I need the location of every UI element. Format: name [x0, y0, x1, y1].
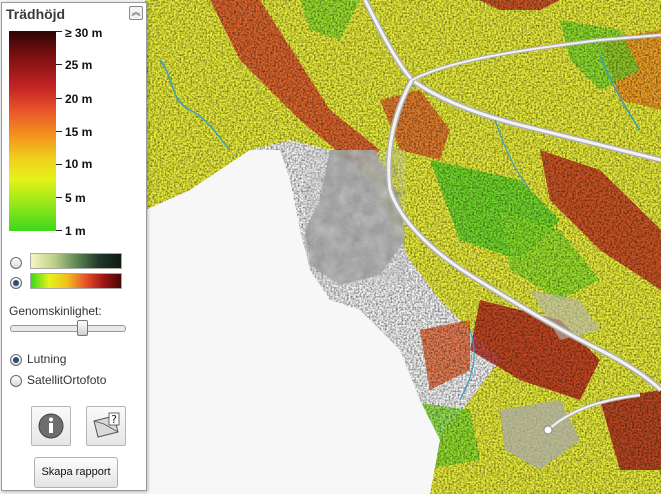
scheme-dark-radio[interactable] [10, 257, 22, 269]
legend-tick [56, 131, 62, 132]
base-layer-ortofoto-label[interactable]: SatellitOrtofoto [27, 373, 106, 387]
legend-label-25: 25 m [65, 58, 93, 72]
height-color-legend [9, 31, 56, 231]
panel-title: Trädhöjd [6, 6, 66, 22]
scheme-heat-radio[interactable] [10, 277, 22, 289]
transparency-slider-thumb[interactable] [76, 320, 88, 336]
transparency-label: Genomskinlighet: [9, 304, 102, 318]
legend-tick [56, 164, 62, 165]
legend-label-15: 15 m [65, 125, 93, 139]
legend-tick [56, 31, 62, 32]
legend-tick [56, 64, 62, 65]
scheme-dark-ramp[interactable] [30, 253, 122, 269]
legend-label-5: 5 m [65, 191, 86, 205]
transparency-slider-track[interactable] [10, 325, 126, 332]
legend-tick [56, 98, 62, 99]
svg-text:?: ? [111, 413, 117, 426]
legend-label-20: 20 m [65, 92, 93, 106]
tree-height-panel: Trädhöjd ︽ ≥ 30 m 25 m 20 m 15 m 10 m 5 … [1, 2, 147, 491]
info-button[interactable] [31, 406, 71, 446]
legend-tick [56, 197, 62, 198]
legend-label-1: 1 m [65, 224, 86, 238]
legend-label-10: 10 m [65, 157, 93, 171]
help-card-icon: ? [93, 412, 120, 438]
base-layer-ortofoto-radio[interactable] [10, 375, 22, 387]
legend-label-30: ≥ 30 m [65, 26, 103, 40]
help-button[interactable]: ? [86, 406, 126, 446]
base-layer-lutning-radio[interactable] [10, 354, 22, 366]
info-icon [38, 413, 64, 439]
scheme-heat-ramp[interactable] [30, 273, 122, 289]
legend-tick [56, 230, 62, 231]
base-layer-lutning-label[interactable]: Lutning [27, 352, 66, 366]
create-report-button[interactable]: Skapa rapport [34, 457, 118, 488]
collapse-icon[interactable]: ︽ [129, 6, 143, 20]
